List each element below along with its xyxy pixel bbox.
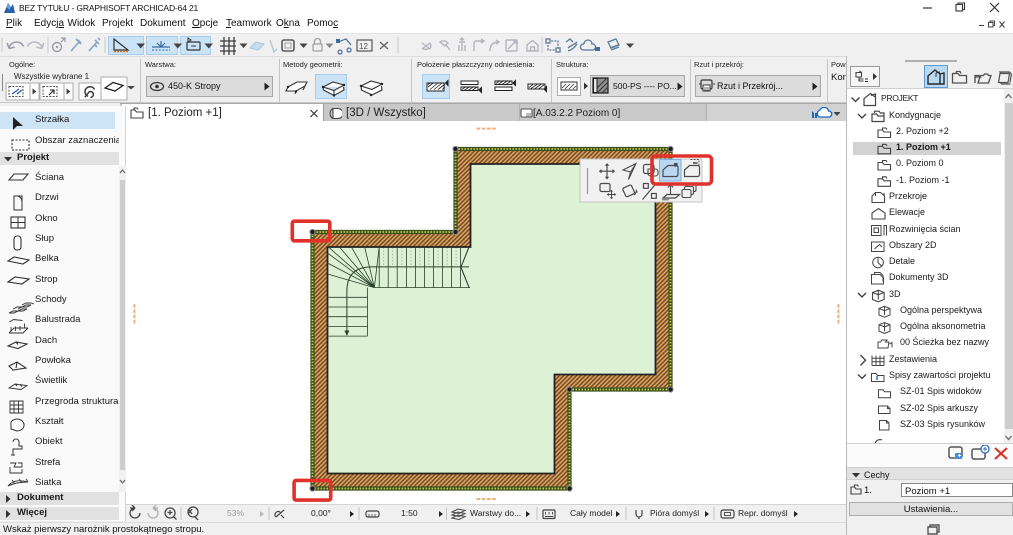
svg-text:12: 12 [359, 42, 368, 51]
